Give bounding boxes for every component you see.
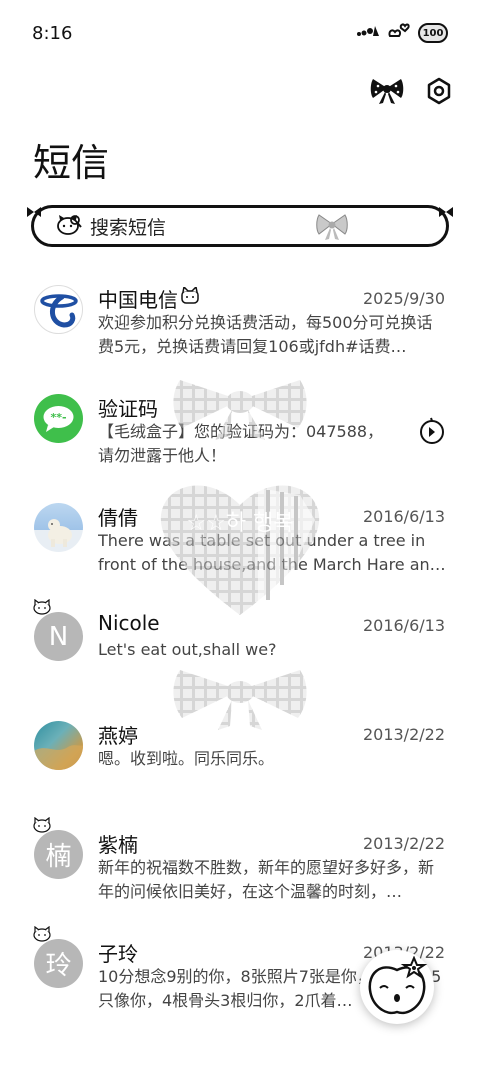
status-icons: 100: [356, 22, 448, 44]
message-preview: 【毛绒盒子】您的验证码为：047588，请勿泄露于他人！: [98, 422, 384, 465]
svg-text:**-: **-: [50, 411, 66, 424]
avatar: 楠: [34, 830, 83, 879]
message-preview: 嗯。收到啦。同乐同乐。: [98, 749, 275, 768]
message-date: 2016/6/13: [362, 616, 445, 635]
polar-bear-photo: [48, 519, 72, 547]
message-date: 2013/2/22: [362, 834, 445, 853]
message-date: 2013/2/22: [362, 725, 445, 744]
expand-arrow-icon[interactable]: [418, 417, 446, 449]
signal-icon: [356, 24, 380, 42]
conversation-row[interactable]: N Nicole 2016/6/13 Let's eat out,shall w…: [0, 597, 480, 706]
avatar: [34, 721, 83, 770]
corner-bow-icon: [439, 207, 453, 217]
bow-icon: [316, 212, 348, 246]
avatar: [34, 503, 83, 552]
corner-bow-icon: [27, 207, 41, 217]
search-input[interactable]: 搜索短信: [90, 213, 166, 240]
cat-icon: [181, 287, 199, 304]
conversation-row[interactable]: 中国电信 2025/9/30 欢迎参加积分兑换话费活动，每500分可兑换话费5元…: [0, 270, 480, 379]
bow-icon[interactable]: [370, 76, 404, 110]
message-preview: Let's eat out,shall we?: [98, 640, 277, 659]
conversation-row[interactable]: 楠 紫楠 2013/2/22 新年的祝福数不胜数，新年的愿望好多好多，新年的问候…: [0, 815, 480, 924]
contact-name: Nicole: [98, 611, 160, 635]
contact-name: 子玲: [98, 942, 138, 966]
avatar: [34, 285, 83, 334]
contact-name: 中国电信: [98, 288, 178, 312]
message-preview: There was a table set out under a tree i…: [98, 531, 446, 574]
search-icon: [56, 212, 82, 240]
settings-icon[interactable]: [426, 77, 452, 109]
message-preview: 欢迎参加积分兑换话费活动，每500分可兑换话费5元，兑换话费请回复106或jfd…: [98, 313, 433, 356]
conversation-list: 中国电信 2025/9/30 欢迎参加积分兑换话费活动，每500分可兑换话费5元…: [0, 270, 480, 1033]
contact-name: 燕婷: [98, 724, 138, 748]
message-date: 2025/9/30: [362, 289, 445, 308]
contact-name: 紫楠: [98, 833, 138, 857]
conversation-row[interactable]: 燕婷 2013/2/22 嗯。收到啦。同乐同乐。: [0, 706, 480, 815]
china-telecom-logo-icon: [39, 293, 78, 328]
compose-button[interactable]: [360, 950, 434, 1024]
message-preview: 新年的祝福数不胜数，新年的愿望好多好多，新年的问候依旧美好，在这个温馨的时刻，…: [98, 858, 435, 901]
apple-character-icon: [368, 956, 428, 1015]
top-actions: [370, 76, 452, 110]
status-bar: 8:16 100: [0, 0, 480, 66]
message-date: 2016/6/13: [362, 507, 445, 526]
battery-icon: 100: [418, 23, 448, 43]
contact-name: 倩倩: [98, 506, 138, 530]
avatar: **-: [34, 394, 83, 443]
wifi-icon: [386, 22, 412, 44]
status-time: 8:16: [32, 22, 73, 44]
conversation-row[interactable]: **- 验证码 【毛绒盒子】您的验证码为：047588，请勿泄露于他人！: [0, 379, 480, 488]
avatar: 玲: [34, 939, 83, 988]
avatar: N: [34, 612, 83, 661]
search-bar[interactable]: 搜索短信: [27, 205, 453, 247]
contact-name: 验证码: [98, 397, 158, 421]
page-title: 短信: [33, 141, 110, 185]
message-bubble-icon: **-: [43, 406, 74, 432]
conversation-row[interactable]: 倩倩 2016/6/13 There was a table set out u…: [0, 488, 480, 597]
landscape-photo: [34, 745, 83, 770]
